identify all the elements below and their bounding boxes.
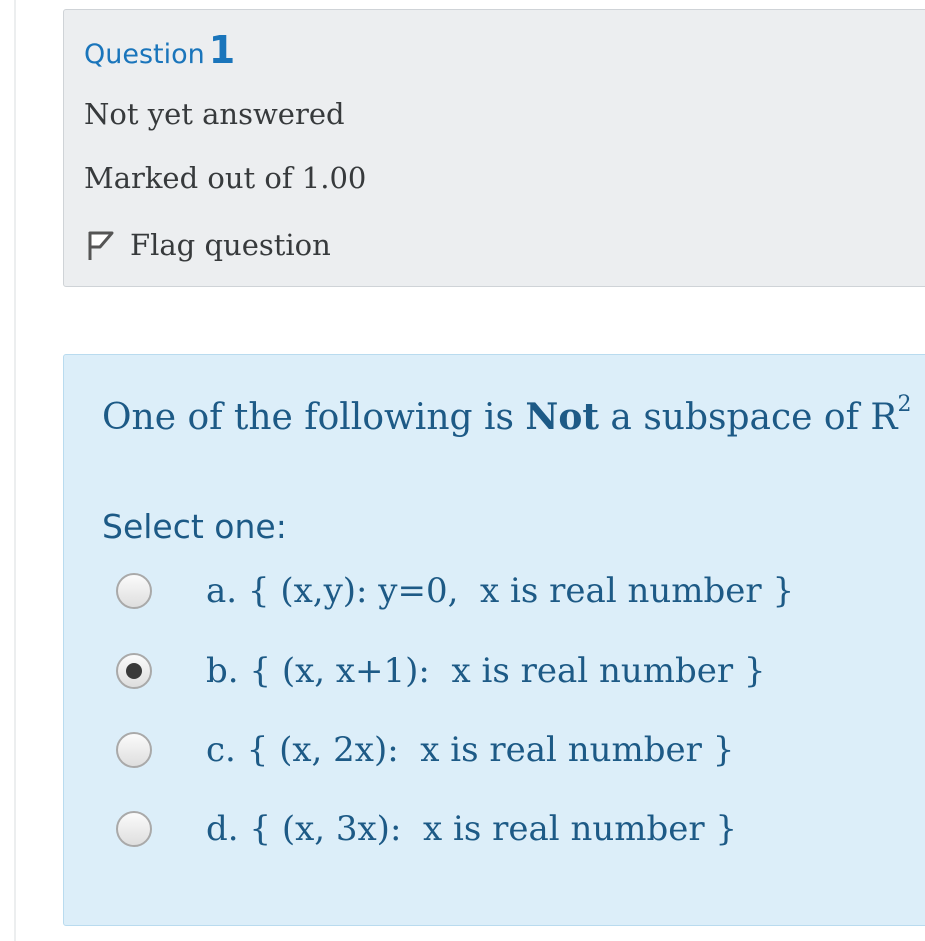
answer-option-label: b. { (x, x+1): x is real number } bbox=[206, 651, 766, 691]
flag-question-link[interactable]: Flag question bbox=[84, 225, 331, 265]
radio-dot bbox=[126, 663, 142, 679]
answer-option-b[interactable]: b. { (x, x+1): x is real number } bbox=[110, 646, 810, 696]
radio-checked-icon[interactable] bbox=[116, 653, 152, 689]
flag-question-label: Flag question bbox=[130, 228, 331, 262]
answer-option-label: d. { (x, 3x): x is real number } bbox=[206, 809, 738, 849]
answer-option-label: a. { (x,y): y=0, x is real number } bbox=[206, 571, 795, 611]
select-one-prompt: Select one: bbox=[102, 507, 287, 546]
answer-option-d[interactable]: d. { (x, 3x): x is real number } bbox=[110, 804, 810, 854]
question-heading: Question 1 bbox=[84, 28, 235, 72]
question-grade: Marked out of 1.00 bbox=[84, 161, 367, 195]
question-text-end: a subspace of R bbox=[598, 397, 898, 438]
answer-option-label: c. { (x, 2x): x is real number } bbox=[206, 730, 735, 770]
question-text-emphasis: Not bbox=[525, 396, 599, 438]
question-state: Not yet answered bbox=[84, 97, 345, 131]
answer-option-c[interactable]: c. { (x, 2x): x is real number } bbox=[110, 725, 810, 775]
radio-unchecked-icon[interactable] bbox=[116, 573, 152, 609]
question-number: 1 bbox=[208, 28, 236, 72]
question-label: Question bbox=[84, 39, 205, 70]
question-text-superscript: 2 bbox=[897, 392, 912, 417]
radio-unchecked-icon[interactable] bbox=[116, 732, 152, 768]
radio-unchecked-icon[interactable] bbox=[116, 811, 152, 847]
answer-option-a[interactable]: a. { (x,y): y=0, x is real number } bbox=[110, 566, 810, 616]
page-left-border bbox=[14, 0, 16, 941]
flag-outline-icon bbox=[88, 231, 114, 260]
question-text: One of the following is Not a subspace o… bbox=[102, 394, 911, 439]
question-text-start: One of the following is bbox=[102, 397, 526, 438]
